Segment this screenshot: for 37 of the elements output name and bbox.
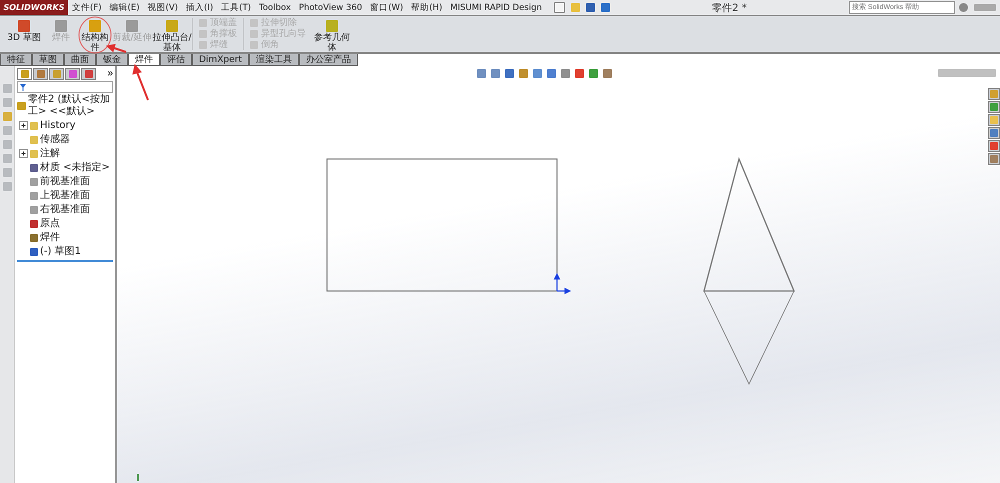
menu-item[interactable]: 文件(F) xyxy=(68,2,106,14)
menu-item[interactable]: 插入(I) xyxy=(182,2,218,14)
menu-item[interactable]: PhotoView 360 xyxy=(294,2,366,12)
tab[interactable]: 渲染工具 xyxy=(248,54,299,66)
ribbon-button[interactable]: 拉伸凸台/基体 xyxy=(152,18,192,55)
tab[interactable]: 焊件 xyxy=(128,54,160,66)
tab[interactable]: 曲面 xyxy=(64,54,96,66)
tab[interactable]: 钣金 xyxy=(96,54,128,66)
tab[interactable]: 特征 xyxy=(0,54,32,66)
menu-item[interactable]: MISUMI RAPID Design xyxy=(446,2,546,12)
tree-item[interactable]: 上视基准面 xyxy=(40,190,90,202)
tab[interactable]: 办公室产品 xyxy=(298,54,358,66)
tree-item[interactable]: History xyxy=(40,120,76,132)
tree-item[interactable]: 前视基准面 xyxy=(40,176,90,188)
tab[interactable]: 评估 xyxy=(160,54,192,66)
tree-item[interactable]: (-) 草图1 xyxy=(40,246,81,258)
ribbon-button[interactable]: 3D 草图 xyxy=(4,18,44,45)
tree-item[interactable]: 右视基准面 xyxy=(40,204,90,216)
menu-item[interactable]: 视图(V) xyxy=(144,2,182,14)
ribbon-button[interactable]: 结构构件 xyxy=(78,18,112,55)
more-button[interactable]: » xyxy=(107,69,113,79)
tree-item[interactable]: 零件2 (默认<按加工> <<默认> xyxy=(28,94,113,118)
tree-item[interactable]: 传感器 xyxy=(40,134,70,146)
tree-item[interactable]: 焊件 xyxy=(40,232,60,244)
app-logo: SOLIDWORKS xyxy=(0,0,68,15)
menu-item[interactable]: 帮助(H) xyxy=(407,2,446,14)
tree-item[interactable]: 注解 xyxy=(40,148,60,160)
menu-item[interactable]: Toolbox xyxy=(254,2,295,12)
menu-item[interactable]: 工具(T) xyxy=(217,2,255,14)
tree-item[interactable]: 材质 <未指定> xyxy=(40,162,110,174)
ribbon-button[interactable]: 参考几何体 xyxy=(312,18,352,55)
menu-item[interactable]: 编辑(E) xyxy=(106,2,144,14)
tab[interactable]: 草图 xyxy=(32,54,64,66)
tree-item[interactable]: 原点 xyxy=(40,218,60,230)
tab[interactable]: DimXpert xyxy=(192,54,249,66)
menu-item[interactable]: 窗口(W) xyxy=(366,2,408,14)
window-title: 零件2 * xyxy=(712,2,747,14)
